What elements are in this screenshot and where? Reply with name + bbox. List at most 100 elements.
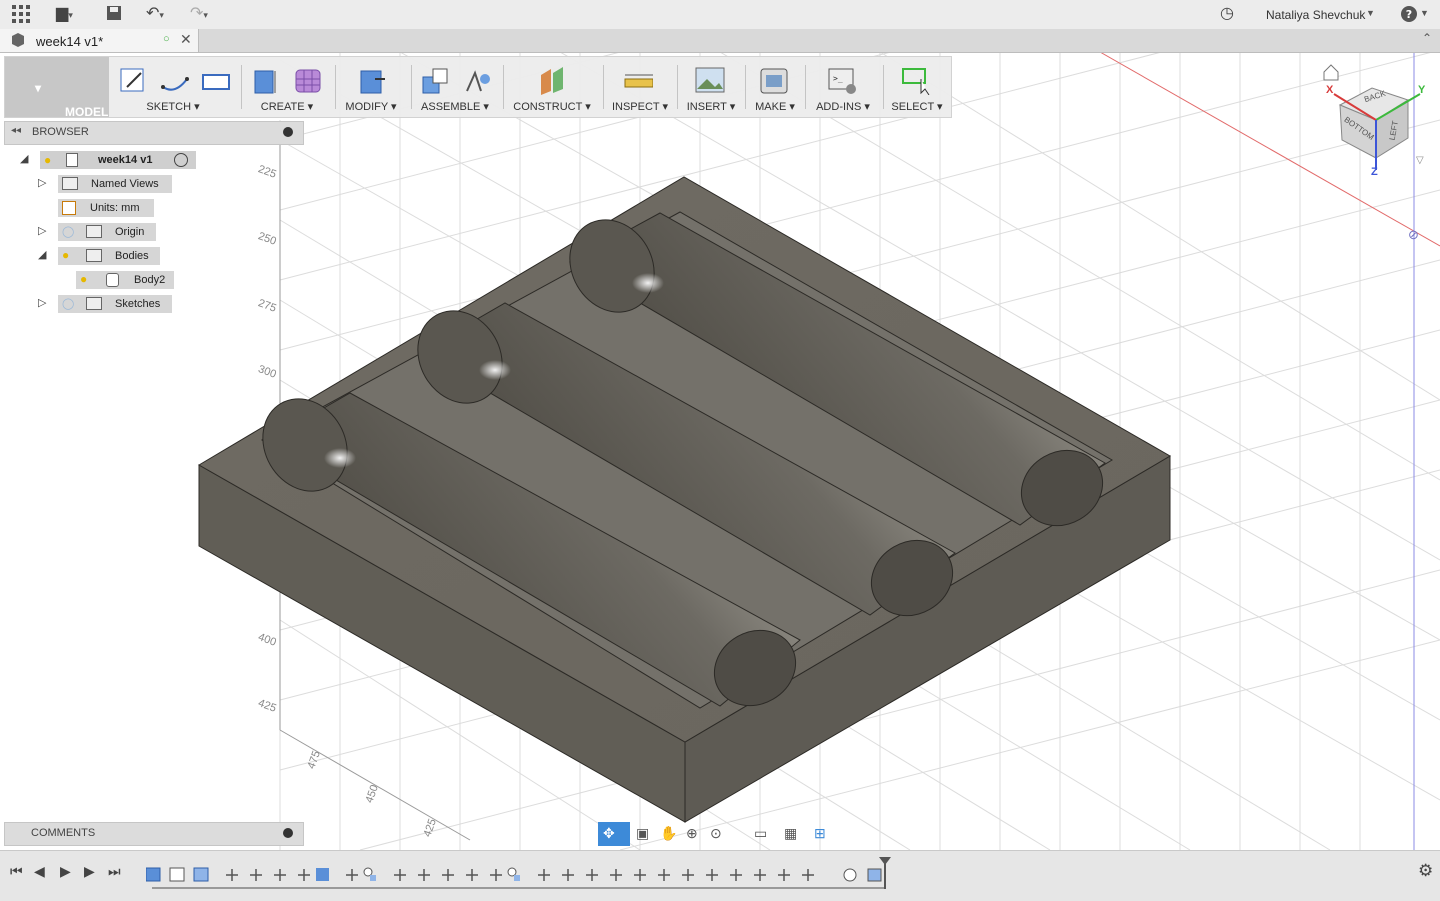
measure-pin-icon: ⊘	[1408, 227, 1419, 242]
comments-panel-header[interactable]: COMMENTS	[4, 822, 304, 846]
viewcube-menu-icon[interactable]: ▽	[1416, 155, 1424, 166]
user-name[interactable]: Nataliya Shevchuk	[1266, 8, 1365, 22]
browser-options-icon[interactable]	[283, 127, 293, 137]
help-icon[interactable]: ?	[1400, 5, 1418, 28]
pan-hand-icon[interactable]: ✋	[660, 825, 677, 842]
new-component-icon[interactable]	[421, 65, 451, 95]
ribbon-toolbar: MODEL ▾ SKETCH ▾ CREATE ▾ MODIFY ▾ ASSEM…	[4, 56, 952, 119]
extrude-icon[interactable]	[251, 65, 281, 95]
construct-label: CONSTRUCT	[513, 101, 583, 113]
help-menu-caret[interactable]: ▼	[1420, 8, 1429, 18]
zoom-window-icon[interactable]: ⊙	[710, 825, 722, 842]
tree-item-bodies[interactable]: ● Bodies	[58, 247, 160, 265]
select-group[interactable]: SELECT ▾	[887, 57, 947, 117]
tree-item-sketches[interactable]: ◯ Sketches	[58, 295, 172, 313]
tree-item-label: Origin	[115, 226, 145, 238]
construct-group[interactable]: CONSTRUCT ▾	[507, 57, 597, 117]
toolbar-divider	[241, 65, 242, 109]
measure-icon[interactable]	[623, 65, 653, 95]
timeline-features[interactable]	[145, 866, 886, 884]
create-sketch-icon[interactable]	[119, 65, 149, 95]
timeline-marker-handle[interactable]	[879, 857, 891, 865]
toolbar-divider	[883, 65, 884, 109]
select-icon[interactable]	[901, 65, 931, 95]
apps-grid-icon[interactable]	[12, 5, 30, 28]
line-icon[interactable]	[161, 65, 191, 95]
collapse-caret-icon[interactable]: ⌃	[1422, 31, 1432, 45]
visibility-bulb-icon[interactable]: ◯	[62, 225, 74, 238]
view-cube-graphic	[1323, 64, 1421, 170]
toolbar-divider	[503, 65, 504, 109]
insert-image-icon[interactable]	[695, 65, 725, 95]
tree-expand-icon[interactable]: ▷	[38, 296, 46, 309]
step-back-icon[interactable]: ◀	[34, 863, 45, 880]
toolbar-divider	[805, 65, 806, 109]
tree-item-origin[interactable]: ◯ Origin	[58, 223, 156, 241]
view-cube[interactable]: BACK BOTTOM LEFT X Y Z	[1320, 60, 1430, 180]
activate-radio-icon[interactable]	[174, 153, 188, 167]
create-group[interactable]: CREATE ▾	[245, 57, 329, 117]
add-ins-group[interactable]: >_ ADD-INS ▾	[809, 57, 877, 117]
tree-item-body2[interactable]: ● Body2	[76, 271, 174, 289]
form-icon[interactable]	[293, 65, 323, 95]
make-label: MAKE	[755, 101, 787, 113]
timeline-settings-gear-icon[interactable]: ⚙	[1418, 861, 1433, 881]
assemble-group[interactable]: ASSEMBLE ▾	[415, 57, 495, 117]
display-settings-icon[interactable]: ▭	[754, 825, 767, 842]
redo-icon[interactable]: ↷▾	[190, 5, 208, 24]
tree-root-node[interactable]: ● week14 v1	[40, 151, 196, 169]
sketch-group[interactable]: SKETCH ▾	[115, 57, 231, 117]
insert-label: INSERT	[686, 101, 727, 113]
tree-item-named-views[interactable]: Named Views	[58, 175, 172, 193]
viewports-icon[interactable]: ⊞	[814, 825, 826, 842]
file-icon[interactable]: ▆▾	[56, 5, 73, 24]
offset-plane-icon[interactable]	[537, 65, 567, 95]
tree-expand-icon[interactable]: ▷	[38, 176, 46, 189]
press-pull-icon[interactable]	[357, 65, 387, 95]
comments-title: COMMENTS	[31, 827, 96, 839]
save-icon[interactable]	[106, 5, 122, 26]
visibility-bulb-icon[interactable]: ●	[44, 153, 51, 167]
user-menu-caret[interactable]: ▼	[1366, 8, 1375, 18]
step-forward-icon[interactable]: ▶	[84, 863, 95, 880]
canvas-viewport[interactable]: 225 250 275 300 400 425 475 450 425 BACK…	[0, 52, 1440, 850]
close-tab-icon[interactable]: ✕	[180, 31, 192, 48]
tree-collapse-icon[interactable]: ◢	[38, 248, 46, 261]
visibility-bulb-icon[interactable]: ◯	[62, 297, 74, 310]
document-tab[interactable]: week14 v1* ○ ✕	[0, 29, 199, 52]
tree-expand-icon[interactable]: ▷	[38, 224, 46, 237]
axis-z-label: Z	[1371, 166, 1378, 178]
history-clock-icon[interactable]: ◷	[1220, 5, 1234, 23]
orbit-button[interactable]: ✥	[598, 822, 630, 846]
go-to-start-icon[interactable]: ⏮	[10, 863, 23, 880]
play-icon[interactable]: ▶	[60, 863, 71, 880]
tree-collapse-icon[interactable]: ◢	[20, 152, 28, 165]
toolbar-divider	[603, 65, 604, 109]
go-to-end-icon[interactable]: ⏭	[108, 863, 121, 880]
model-body[interactable]	[198, 176, 1171, 823]
zoom-icon[interactable]: ⊕	[686, 825, 698, 842]
tree-item-units[interactable]: Units: mm	[58, 199, 154, 217]
app-top-bar: ▆▾ ↶▾ ↷▾ ◷ Nataliya Shevchuk ▼ ? ▼	[0, 0, 1440, 30]
scripts-icon[interactable]: >_	[827, 65, 857, 95]
assemble-label: ASSEMBLE	[421, 101, 481, 113]
tree-item-label: Bodies	[115, 250, 149, 262]
tree-item-label: Body2	[134, 274, 166, 286]
make-group[interactable]: MAKE ▾	[749, 57, 801, 117]
3d-print-icon[interactable]	[759, 65, 789, 95]
modify-group[interactable]: MODIFY ▾	[339, 57, 403, 117]
toolbar-divider	[677, 65, 678, 109]
add-comment-icon[interactable]	[283, 828, 293, 838]
undo-icon[interactable]: ↶▾	[146, 5, 164, 24]
visibility-bulb-icon[interactable]: ●	[80, 272, 87, 286]
joint-icon[interactable]	[463, 65, 493, 95]
visibility-bulb-icon[interactable]: ●	[62, 248, 69, 262]
insert-group[interactable]: INSERT ▾	[681, 57, 741, 117]
look-at-icon[interactable]: ▣	[636, 825, 649, 842]
inspect-group[interactable]: INSPECT ▾	[607, 57, 673, 117]
browser-panel-header[interactable]: ◂◂ BROWSER	[4, 121, 304, 145]
grid-settings-icon[interactable]: ▦	[784, 825, 797, 842]
collapse-browser-icon[interactable]: ◂◂	[11, 125, 21, 136]
rectangle-icon[interactable]	[201, 65, 231, 95]
workspace-switcher-button[interactable]: MODEL ▾	[5, 57, 109, 119]
